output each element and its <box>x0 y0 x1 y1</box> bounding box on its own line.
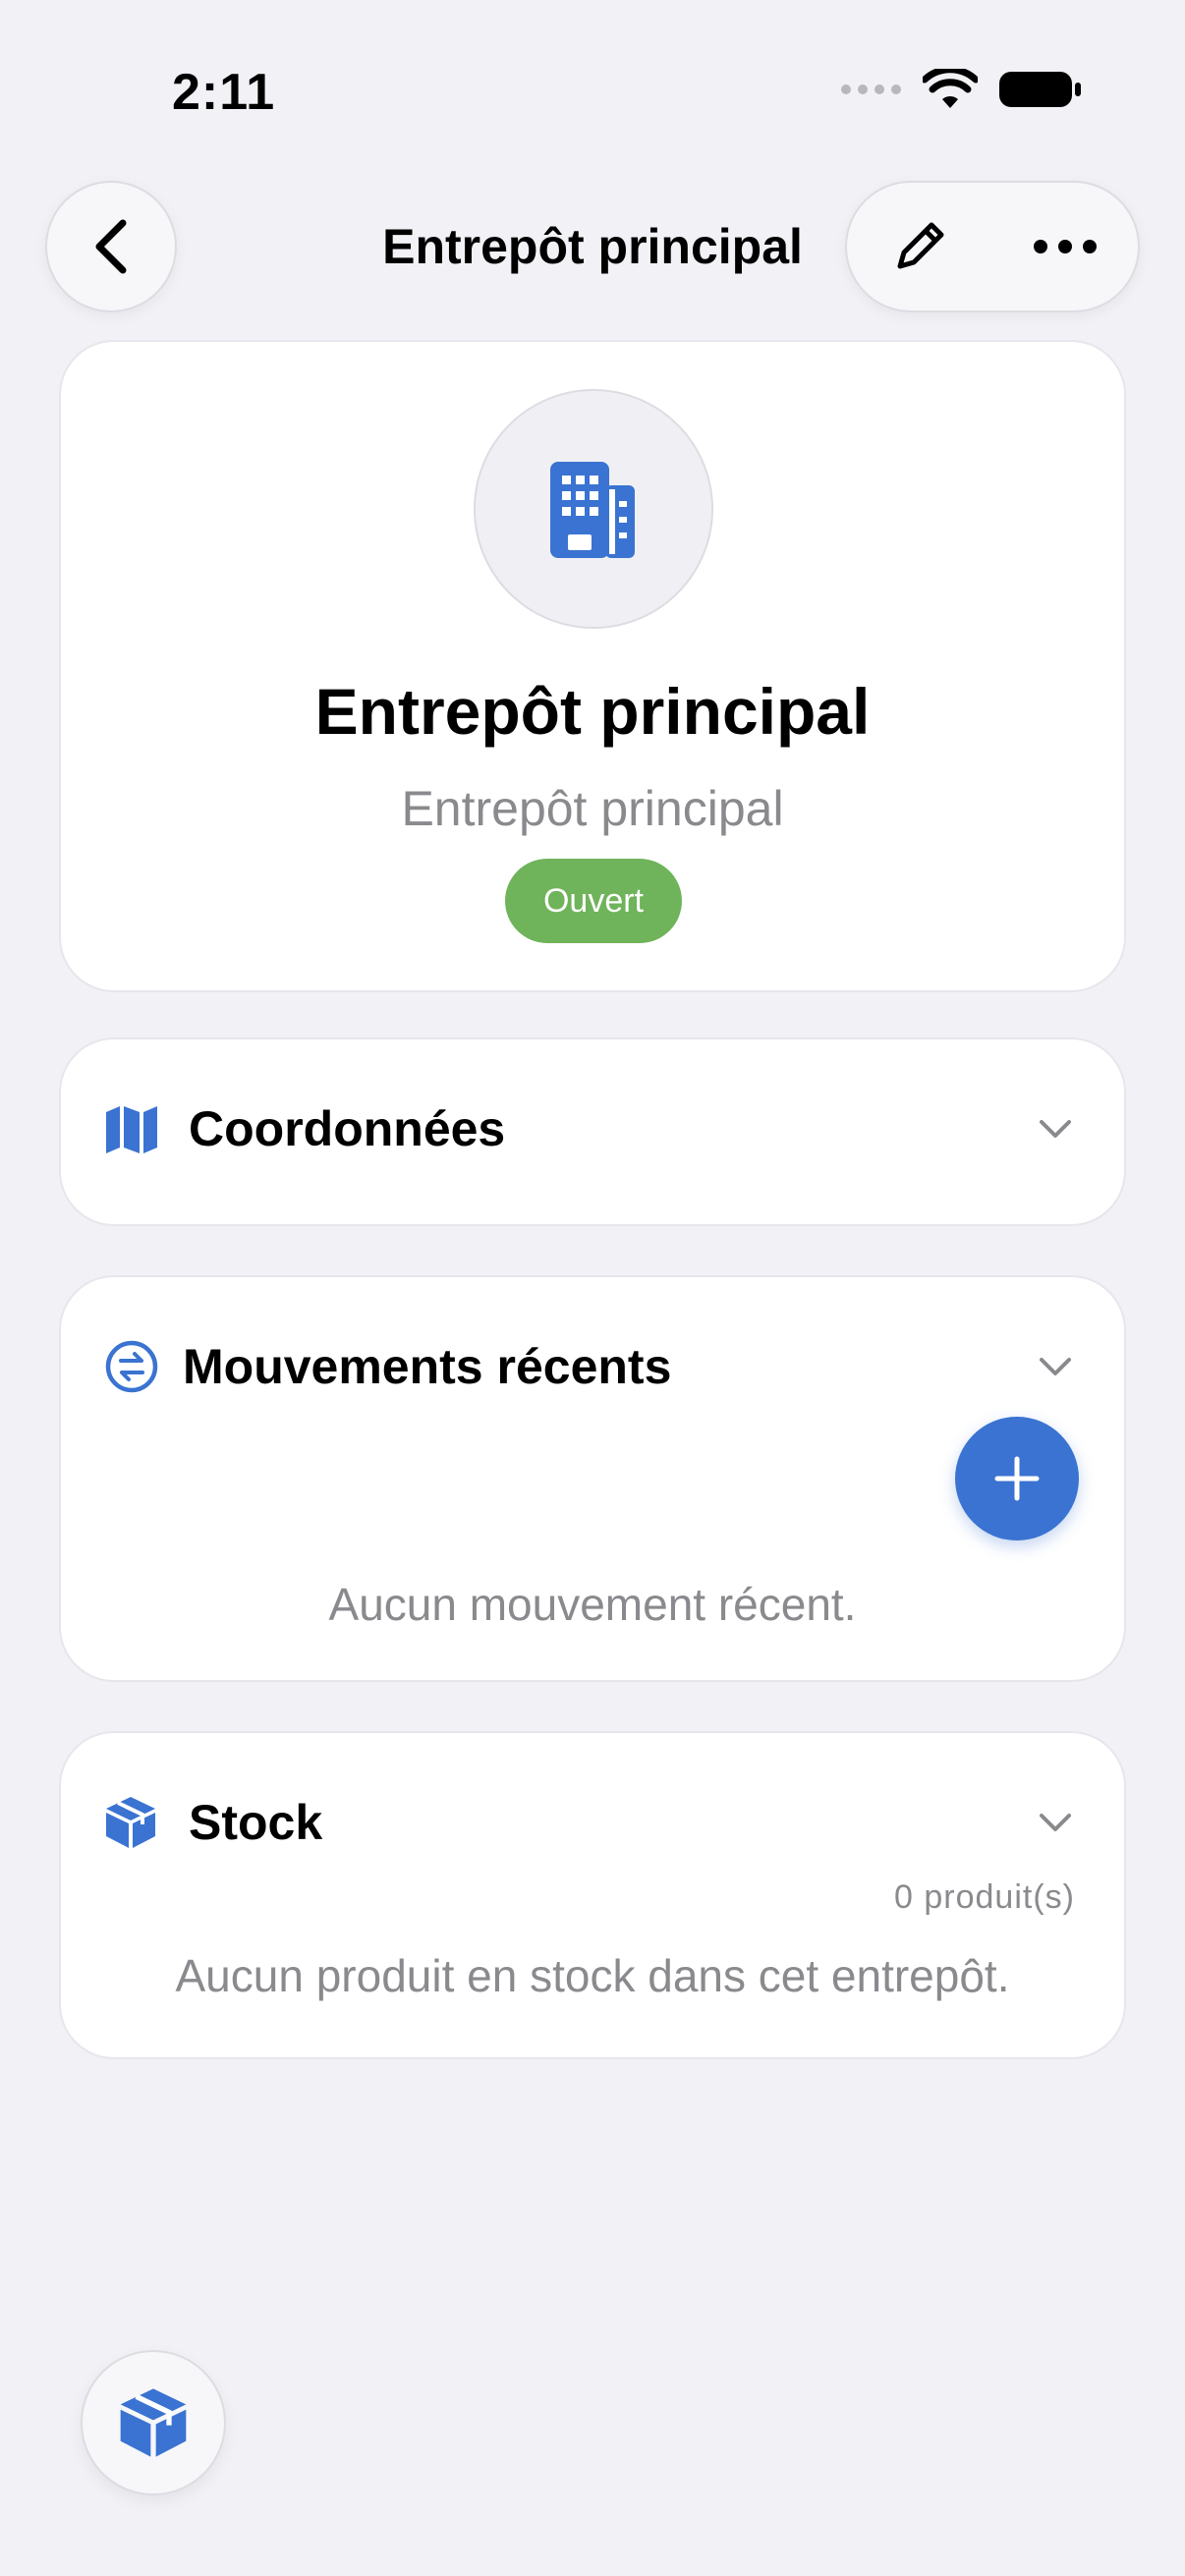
stock-empty-text: Aucun produit en stock dans cet entrepôt… <box>175 1950 1010 2001</box>
add-movement-button[interactable] <box>955 1417 1079 1540</box>
stock-section[interactable]: Stock 0 produit(s) Aucun produit en stoc… <box>59 1731 1126 2059</box>
recent-movements-title: Mouvements récents <box>183 1339 672 1394</box>
plus-icon <box>994 1456 1040 1501</box>
coordinates-header[interactable]: Coordonnées <box>104 1094 1085 1163</box>
status-badge: Ouvert <box>505 859 682 943</box>
pencil-icon <box>897 222 944 269</box>
chevron-down-icon <box>1040 1120 1071 1138</box>
stock-title: Stock <box>189 1795 323 1850</box>
map-icon <box>106 1106 157 1153</box>
cube-icon <box>120 2388 187 2457</box>
status-icons <box>841 69 1082 110</box>
chevron-down-icon <box>1040 1814 1071 1831</box>
edit-button[interactable] <box>871 197 969 296</box>
more-button[interactable] <box>1016 197 1114 296</box>
arrows-exchange-icon <box>105 1340 158 1393</box>
cellular-signal-icon <box>841 84 901 94</box>
warehouse-name: Entrepôt principal <box>314 675 871 748</box>
products-button[interactable] <box>81 2350 226 2495</box>
recent-movements-header[interactable]: Mouvements récents <box>104 1332 1085 1401</box>
battery-icon <box>999 72 1081 107</box>
warehouse-header-card: Entrepôt principal Entrepôt principal Ou… <box>59 340 1126 992</box>
coordinates-title: Coordonnées <box>189 1101 506 1156</box>
nav-actions <box>845 181 1140 312</box>
building-icon <box>550 462 635 558</box>
movements-empty-text: Aucun mouvement récent. <box>328 1579 857 1630</box>
stock-count: 0 produit(s) <box>894 1878 1075 1916</box>
warehouse-type: Entrepôt principal <box>401 781 784 836</box>
ellipsis-icon <box>1034 240 1097 253</box>
chevron-down-icon <box>1040 1358 1071 1375</box>
recent-movements-section[interactable]: Mouvements récents Aucun mouvement récen… <box>59 1275 1126 1682</box>
status-time: 2:11 <box>172 64 276 121</box>
warehouse-avatar <box>474 389 713 629</box>
coordinates-section[interactable]: Coordonnées <box>59 1037 1126 1226</box>
wifi-icon <box>923 69 978 108</box>
cube-icon <box>106 1797 155 1848</box>
stock-header[interactable]: Stock <box>104 1788 1085 1857</box>
